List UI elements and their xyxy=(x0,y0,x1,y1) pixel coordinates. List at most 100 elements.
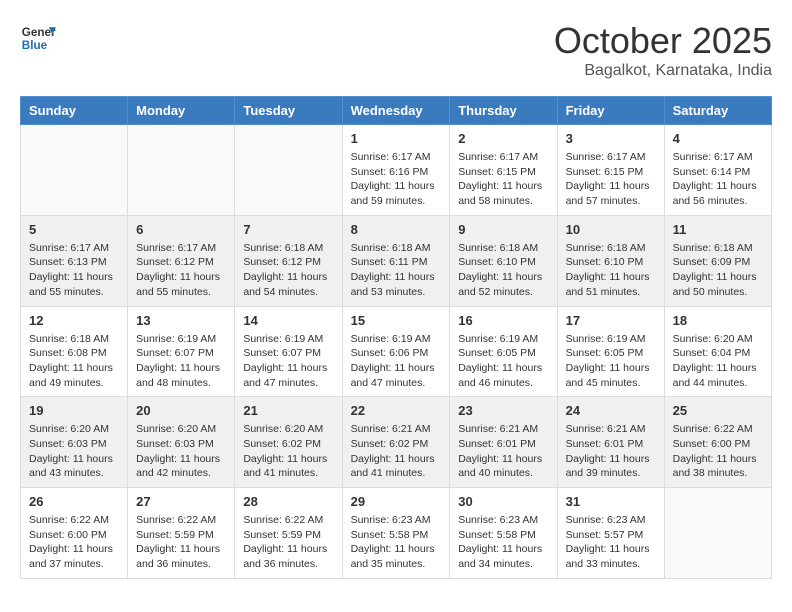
day-number: 26 xyxy=(29,494,119,509)
day-number: 8 xyxy=(351,222,442,237)
svg-text:Blue: Blue xyxy=(22,39,48,52)
day-number: 1 xyxy=(351,131,442,146)
day-number: 14 xyxy=(243,313,333,328)
day-number: 17 xyxy=(566,313,656,328)
day-info: Sunrise: 6:21 AM Sunset: 6:01 PM Dayligh… xyxy=(458,422,548,481)
day-number: 15 xyxy=(351,313,442,328)
weekday-header-saturday: Saturday xyxy=(664,97,771,125)
day-number: 24 xyxy=(566,403,656,418)
day-info: Sunrise: 6:18 AM Sunset: 6:08 PM Dayligh… xyxy=(29,332,119,391)
day-info: Sunrise: 6:23 AM Sunset: 5:58 PM Dayligh… xyxy=(351,513,442,572)
calendar-cell: 23Sunrise: 6:21 AM Sunset: 6:01 PM Dayli… xyxy=(450,397,557,488)
weekday-header-wednesday: Wednesday xyxy=(342,97,450,125)
calendar-cell: 29 Sunrise: 6:23 AM Sunset: 5:58 PM Dayli… xyxy=(342,488,450,579)
logo-icon: General Blue xyxy=(20,20,56,56)
day-info: Sunrise: 6:19 AM Sunset: 6:05 PM Dayligh… xyxy=(566,332,656,391)
day-number: 19 xyxy=(29,403,119,418)
day-number: 18 xyxy=(673,313,763,328)
weekday-header-tuesday: Tuesday xyxy=(235,97,342,125)
calendar-cell xyxy=(664,488,771,579)
page-header: General Blue October 2025 Bagalkot, Karn… xyxy=(20,20,772,80)
calendar-cell: 15Sunrise: 6:19 AM Sunset: 6:06 PM Dayli… xyxy=(342,306,450,397)
day-info: Sunrise: 6:17 AM Sunset: 6:12 PM Dayligh… xyxy=(136,241,226,300)
day-number: 6 xyxy=(136,222,226,237)
day-number: 28 xyxy=(243,494,333,509)
day-number: 27 xyxy=(136,494,226,509)
calendar-cell: 2Sunrise: 6:17 AM Sunset: 6:15 PM Daylig… xyxy=(450,125,557,216)
calendar-cell xyxy=(128,125,235,216)
day-info: Sunrise: 6:20 AM Sunset: 6:04 PM Dayligh… xyxy=(673,332,763,391)
day-number: 29 xyxy=(351,494,442,509)
calendar-cell: 16 Sunrise: 6:19 AM Sunset: 6:05 PM Dayli… xyxy=(450,306,557,397)
day-info: Sunrise: 6:19 AM Sunset: 6:07 PM Dayligh… xyxy=(136,332,226,391)
weekday-header-row: SundayMondayTuesdayWednesdayThursdayFrid… xyxy=(21,97,772,125)
weekday-header-sunday: Sunday xyxy=(21,97,128,125)
day-info: Sunrise: 6:20 AM Sunset: 6:03 PM Dayligh… xyxy=(136,422,226,481)
calendar-cell: 27Sunrise: 6:22 AM Sunset: 5:59 PM Dayli… xyxy=(128,488,235,579)
weekday-header-friday: Friday xyxy=(557,97,664,125)
day-info: Sunrise: 6:17 AM Sunset: 6:15 PM Dayligh… xyxy=(458,150,548,209)
calendar-row: 19 Sunrise: 6:20 AM Sunset: 6:03 PM Dayli… xyxy=(21,397,772,488)
day-info: Sunrise: 6:18 AM Sunset: 6:10 PM Dayligh… xyxy=(566,241,656,300)
day-info: Sunrise: 6:23 AM Sunset: 5:58 PM Dayligh… xyxy=(458,513,548,572)
day-info: Sunrise: 6:17 AM Sunset: 6:14 PM Dayligh… xyxy=(673,150,763,209)
calendar-cell: 24 Sunrise: 6:21 AM Sunset: 6:01 PM Dayli… xyxy=(557,397,664,488)
calendar-cell: 25 Sunrise: 6:22 AM Sunset: 6:00 PM Dayli… xyxy=(664,397,771,488)
day-info: Sunrise: 6:18 AM Sunset: 6:11 PM Dayligh… xyxy=(351,241,442,300)
day-info: Sunrise: 6:18 AM Sunset: 6:12 PM Dayligh… xyxy=(243,241,333,300)
day-info: Sunrise: 6:23 AM Sunset: 5:57 PM Dayligh… xyxy=(566,513,656,572)
day-number: 16 xyxy=(458,313,548,328)
day-number: 22 xyxy=(351,403,442,418)
calendar-cell xyxy=(21,125,128,216)
logo: General Blue xyxy=(20,20,56,56)
calendar-cell: 3 Sunrise: 6:17 AM Sunset: 6:15 PM Daylig… xyxy=(557,125,664,216)
calendar-cell: 18 Sunrise: 6:20 AM Sunset: 6:04 PM Dayli… xyxy=(664,306,771,397)
day-number: 30 xyxy=(458,494,548,509)
day-info: Sunrise: 6:18 AM Sunset: 6:10 PM Dayligh… xyxy=(458,241,548,300)
calendar-cell: 28 Sunrise: 6:22 AM Sunset: 5:59 PM Dayli… xyxy=(235,488,342,579)
calendar-cell: 10 Sunrise: 6:18 AM Sunset: 6:10 PM Dayli… xyxy=(557,215,664,306)
day-info: Sunrise: 6:19 AM Sunset: 6:05 PM Dayligh… xyxy=(458,332,548,391)
day-number: 11 xyxy=(673,222,763,237)
day-info: Sunrise: 6:22 AM Sunset: 6:00 PM Dayligh… xyxy=(673,422,763,481)
calendar-cell: 30 Sunrise: 6:23 AM Sunset: 5:58 PM Dayli… xyxy=(450,488,557,579)
calendar-row: 5 Sunrise: 6:17 AM Sunset: 6:13 PM Daylig… xyxy=(21,215,772,306)
day-info: Sunrise: 6:22 AM Sunset: 5:59 PM Dayligh… xyxy=(243,513,333,572)
day-number: 13 xyxy=(136,313,226,328)
day-info: Sunrise: 6:18 AM Sunset: 6:09 PM Dayligh… xyxy=(673,241,763,300)
weekday-header-monday: Monday xyxy=(128,97,235,125)
day-number: 20 xyxy=(136,403,226,418)
day-info: Sunrise: 6:20 AM Sunset: 6:02 PM Dayligh… xyxy=(243,422,333,481)
day-info: Sunrise: 6:17 AM Sunset: 6:13 PM Dayligh… xyxy=(29,241,119,300)
calendar-cell: 20 Sunrise: 6:20 AM Sunset: 6:03 PM Dayli… xyxy=(128,397,235,488)
day-info: Sunrise: 6:19 AM Sunset: 6:07 PM Dayligh… xyxy=(243,332,333,391)
calendar-cell: 17 Sunrise: 6:19 AM Sunset: 6:05 PM Dayli… xyxy=(557,306,664,397)
calendar-table: SundayMondayTuesdayWednesdayThursdayFrid… xyxy=(20,96,772,579)
day-info: Sunrise: 6:17 AM Sunset: 6:16 PM Dayligh… xyxy=(351,150,442,209)
day-number: 21 xyxy=(243,403,333,418)
calendar-row: 26 Sunrise: 6:22 AM Sunset: 6:00 PM Dayli… xyxy=(21,488,772,579)
calendar-cell: 31 Sunrise: 6:23 AM Sunset: 5:57 PM Dayli… xyxy=(557,488,664,579)
calendar-cell: 11 Sunrise: 6:18 AM Sunset: 6:09 PM Dayli… xyxy=(664,215,771,306)
calendar-cell: 1 Sunrise: 6:17 AM Sunset: 6:16 PM Daylig… xyxy=(342,125,450,216)
day-number: 9 xyxy=(458,222,548,237)
day-number: 5 xyxy=(29,222,119,237)
calendar-row: 1 Sunrise: 6:17 AM Sunset: 6:16 PM Daylig… xyxy=(21,125,772,216)
day-number: 10 xyxy=(566,222,656,237)
day-info: Sunrise: 6:22 AM Sunset: 6:00 PM Dayligh… xyxy=(29,513,119,572)
location: Bagalkot, Karnataka, India xyxy=(554,62,772,80)
day-number: 12 xyxy=(29,313,119,328)
calendar-cell: 12 Sunrise: 6:18 AM Sunset: 6:08 PM Dayli… xyxy=(21,306,128,397)
day-number: 31 xyxy=(566,494,656,509)
calendar-cell: 4 Sunrise: 6:17 AM Sunset: 6:14 PM Daylig… xyxy=(664,125,771,216)
day-number: 3 xyxy=(566,131,656,146)
day-number: 7 xyxy=(243,222,333,237)
day-info: Sunrise: 6:20 AM Sunset: 6:03 PM Dayligh… xyxy=(29,422,119,481)
calendar-cell: 14 Sunrise: 6:19 AM Sunset: 6:07 PM Dayli… xyxy=(235,306,342,397)
day-info: Sunrise: 6:17 AM Sunset: 6:15 PM Dayligh… xyxy=(566,150,656,209)
day-number: 4 xyxy=(673,131,763,146)
calendar-cell: 13 Sunrise: 6:19 AM Sunset: 6:07 PM Dayli… xyxy=(128,306,235,397)
calendar-cell: 19 Sunrise: 6:20 AM Sunset: 6:03 PM Dayli… xyxy=(21,397,128,488)
day-number: 25 xyxy=(673,403,763,418)
day-info: Sunrise: 6:21 AM Sunset: 6:01 PM Dayligh… xyxy=(566,422,656,481)
